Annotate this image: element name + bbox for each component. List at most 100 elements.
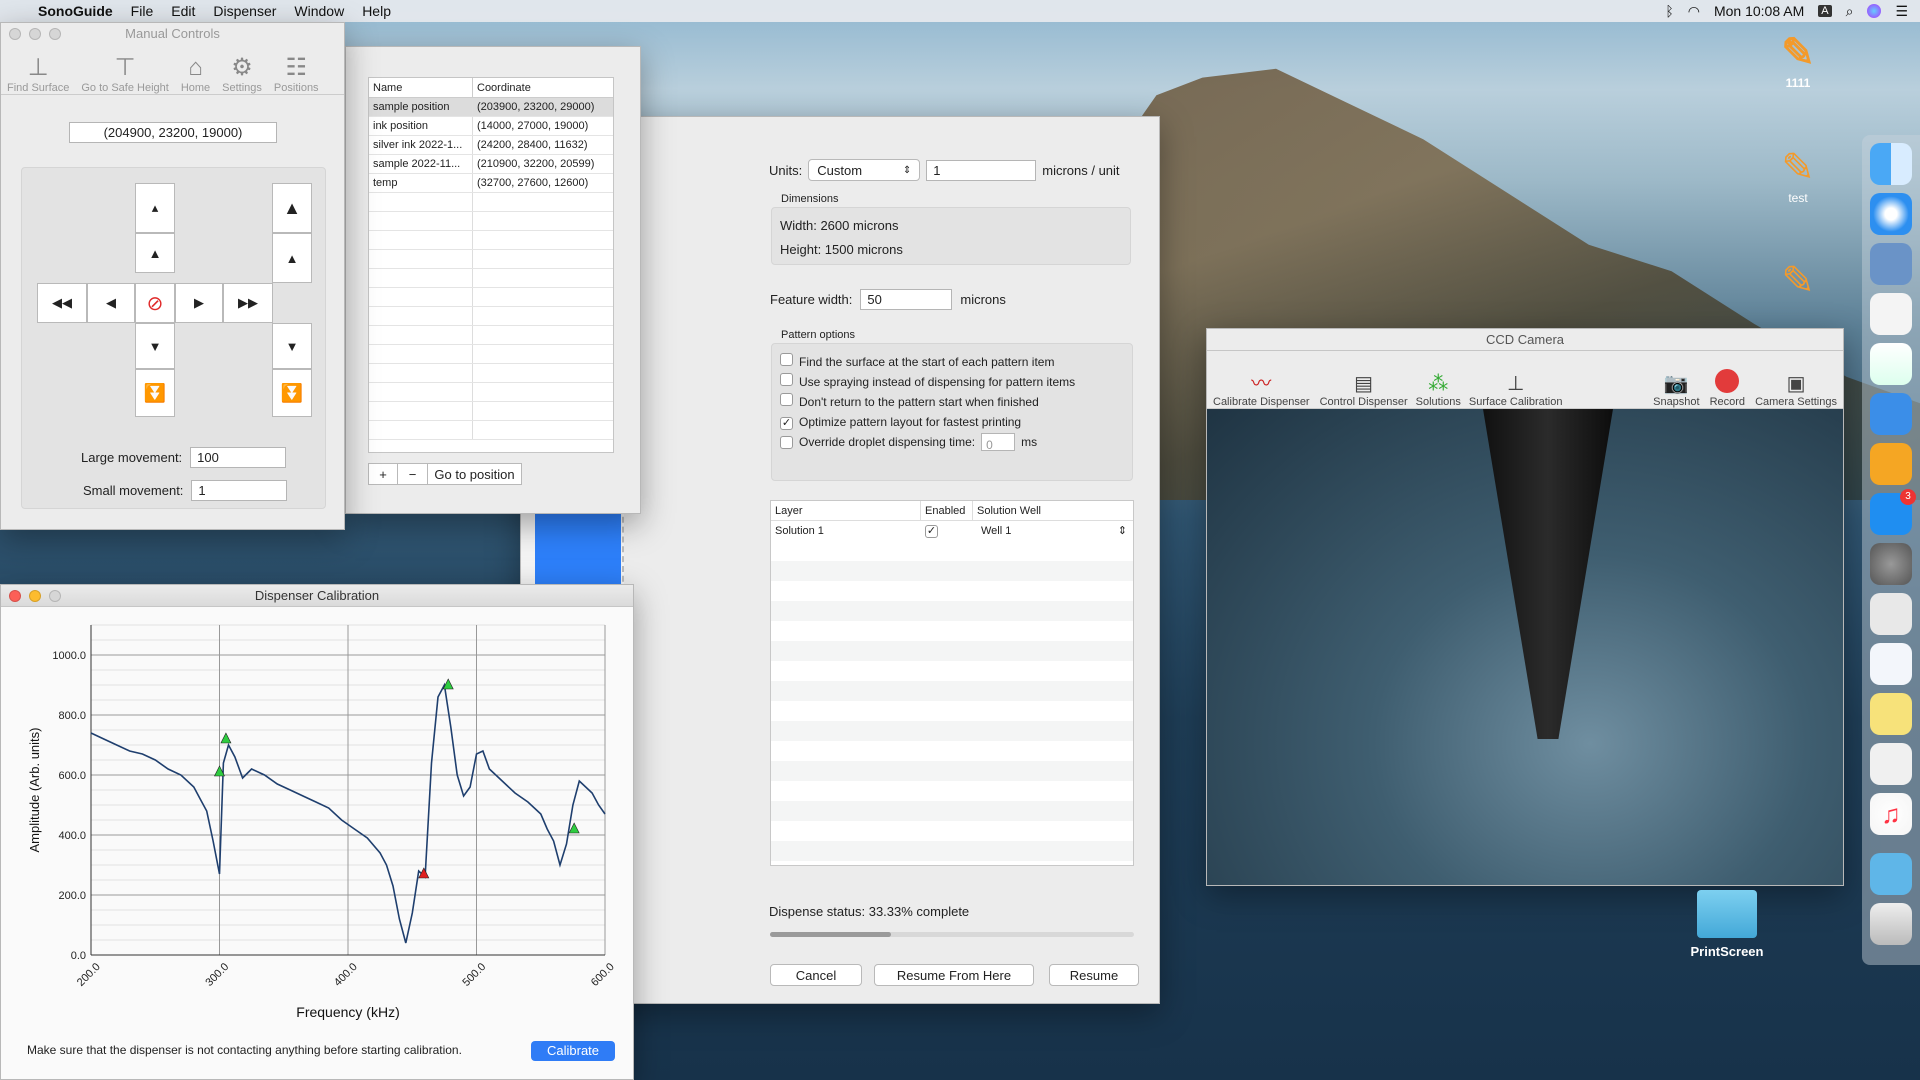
numbers-icon[interactable] [1870, 343, 1912, 385]
menu-help[interactable]: Help [353, 3, 400, 19]
position-row[interactable] [369, 326, 613, 345]
go-to-position-button[interactable]: Go to position [428, 463, 522, 485]
left-button[interactable]: ◀ [87, 283, 135, 323]
up-button[interactable]: ▲ [272, 233, 312, 283]
clock[interactable]: Mon 10:08 AM [1714, 3, 1804, 19]
droplet-time-input[interactable]: 0 [981, 433, 1016, 452]
option-checkbox-3[interactable]: ✓ [780, 416, 793, 430]
position-row[interactable] [369, 364, 613, 383]
desktop-icon-test[interactable]: ✎ test [1770, 145, 1826, 205]
position-row[interactable] [369, 402, 613, 421]
y-fast-down-button[interactable]: ⏬ [135, 369, 175, 417]
spotlight-icon[interactable]: ⌕ [1846, 3, 1854, 20]
units-select[interactable]: Custom ⇕ [808, 159, 921, 181]
wifi-icon[interactable]: ◠ [1688, 3, 1700, 20]
camera-feed[interactable] [1207, 409, 1843, 885]
layer-well-select[interactable]: Well 1 ⇕ [973, 521, 1133, 541]
menu-window[interactable]: Window [285, 3, 353, 19]
layers-col-well[interactable]: Solution Well [973, 501, 1041, 520]
textedit-icon[interactable] [1870, 293, 1912, 335]
position-row[interactable] [369, 250, 613, 269]
option-override-droplet[interactable]: Override droplet dispensing time: 0 ms [780, 432, 1124, 452]
pages-icon[interactable] [1870, 443, 1912, 485]
position-row[interactable] [369, 269, 613, 288]
large-movement-input[interactable]: 100 [190, 447, 287, 468]
home-tool[interactable]: ⌂ Home [181, 54, 210, 94]
desktop-icon-1111[interactable]: ✎ 1111 [1770, 30, 1826, 90]
position-row[interactable] [369, 212, 613, 231]
units-number-input[interactable]: 1 [926, 159, 1037, 181]
layer-row[interactable]: Solution 1 ✓ Well 1 ⇕ [771, 521, 1133, 541]
safe-height-tool[interactable]: ⊤ Go to Safe Height [81, 53, 168, 94]
position-row[interactable]: ink position (14000, 27000, 19000) [369, 117, 613, 136]
downloads-folder-icon[interactable] [1870, 853, 1912, 895]
system-preferences-icon[interactable] [1870, 543, 1912, 585]
y-up-button[interactable]: ▲ [135, 233, 175, 273]
surface-calibration-tool[interactable]: ⊥ Surface Calibration [1469, 371, 1563, 408]
stickies-icon[interactable] [1870, 693, 1912, 735]
bluetooth-icon[interactable]: ᛒ [1665, 3, 1673, 19]
resume-from-here-button[interactable]: Resume From Here [874, 964, 1034, 986]
small-movement-input[interactable]: 1 [191, 480, 288, 501]
option-optimize-layout[interactable]: ✓ Optimize pattern layout for fastest pri… [780, 412, 1124, 432]
snapshot-tool[interactable]: 📷 Snapshot [1653, 371, 1699, 408]
positions-col-coordinate[interactable]: Coordinate [473, 78, 531, 97]
option-use-spraying[interactable]: Use spraying instead of dispensing for p… [780, 372, 1124, 392]
position-row[interactable] [369, 231, 613, 250]
option-find-surface[interactable]: Find the surface at the start of each pa… [780, 352, 1124, 372]
down-button[interactable]: ▼ [272, 323, 312, 369]
settings-tool[interactable]: ⚙ Settings [222, 53, 262, 94]
safari-icon[interactable] [1870, 193, 1912, 235]
position-row[interactable]: temp (32700, 27600, 12600) [369, 174, 613, 193]
sonoguide-icon[interactable] [1870, 593, 1912, 635]
menu-file[interactable]: File [122, 3, 163, 19]
layer-enabled-checkbox[interactable]: ✓ [925, 524, 938, 538]
menu-dispenser[interactable]: Dispenser [204, 3, 285, 19]
pencil-app-icon[interactable] [1870, 643, 1912, 685]
resume-button[interactable]: Resume [1049, 964, 1139, 986]
current-position-field[interactable]: (204900, 23200, 19000) [69, 122, 277, 143]
finder-icon[interactable] [1870, 143, 1912, 185]
layers-col-enabled[interactable]: Enabled [921, 501, 973, 520]
large-down-button[interactable]: ⏬ [272, 369, 312, 417]
fast-right-button[interactable]: ▶▶ [223, 283, 273, 323]
desktop-icon-pencil[interactable]: ✎ [1770, 258, 1826, 304]
camera-settings-tool[interactable]: ▣ Camera Settings [1755, 371, 1837, 408]
position-row[interactable] [369, 383, 613, 402]
position-row[interactable] [369, 307, 613, 326]
minimize-button[interactable] [29, 590, 41, 602]
remove-position-button[interactable]: − [398, 463, 428, 485]
positions-col-name[interactable]: Name [369, 78, 473, 97]
app-store-icon[interactable]: 3 [1870, 489, 1916, 535]
option-checkbox-2[interactable] [780, 393, 793, 406]
option-dont-return[interactable]: Don't return to the pattern start when f… [780, 392, 1124, 412]
minimize-button[interactable] [29, 28, 41, 40]
add-position-button[interactable]: + [368, 463, 398, 485]
calibrate-button[interactable]: Calibrate [531, 1041, 615, 1061]
menu-app-name[interactable]: SonoGuide [29, 3, 122, 19]
position-row[interactable] [369, 288, 613, 307]
feature-width-input[interactable]: 50 [860, 289, 953, 310]
music-icon[interactable]: ♫ [1870, 793, 1912, 835]
fast-left-button[interactable]: ◀◀ [37, 283, 87, 323]
position-row[interactable] [369, 345, 613, 364]
solutions-tool[interactable]: ⁂ Solutions [1416, 371, 1461, 408]
close-button[interactable] [9, 590, 21, 602]
position-row[interactable]: sample position (203900, 23200, 29000) [369, 98, 613, 117]
desktop-folder-printscreen[interactable]: PrintScreen [1682, 890, 1772, 959]
option-checkbox-4[interactable] [780, 435, 793, 449]
option-checkbox-1[interactable] [780, 373, 793, 386]
y-down-button[interactable]: ▼ [135, 323, 175, 369]
option-checkbox-0[interactable] [780, 353, 793, 366]
trash-icon[interactable] [1870, 903, 1912, 945]
menu-edit[interactable]: Edit [162, 3, 204, 19]
large-up-button[interactable]: ▲ [272, 183, 312, 233]
calibrate-dispenser-tool[interactable]: 〰 Calibrate Dispenser [1213, 367, 1310, 408]
input-source-icon[interactable]: A [1818, 5, 1832, 17]
layers-col-layer[interactable]: Layer [771, 501, 921, 520]
record-tool[interactable]: Record [1710, 369, 1745, 408]
script-editor-icon[interactable] [1870, 743, 1912, 785]
preview-icon[interactable] [1870, 243, 1912, 285]
zoom-button[interactable] [49, 28, 61, 40]
z-step-up-button[interactable]: ▴ [135, 183, 175, 233]
